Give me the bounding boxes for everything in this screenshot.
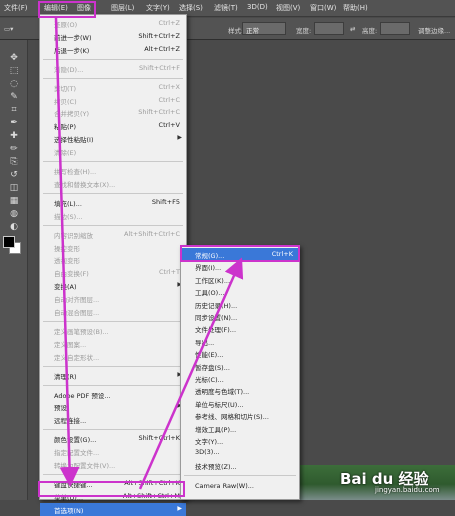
arrow-down-icon	[54, 17, 80, 487]
watermark-url: jingyan.baidu.com	[375, 486, 440, 494]
menu-item-label: 首选项(N)	[54, 506, 84, 515]
submenu-arrow-icon: ▶	[177, 504, 182, 512]
menu-item[interactable]: 首选项(N) ▶	[40, 502, 186, 516]
arrow-up-icon	[138, 257, 244, 490]
annotation-arrows	[54, 17, 244, 490]
